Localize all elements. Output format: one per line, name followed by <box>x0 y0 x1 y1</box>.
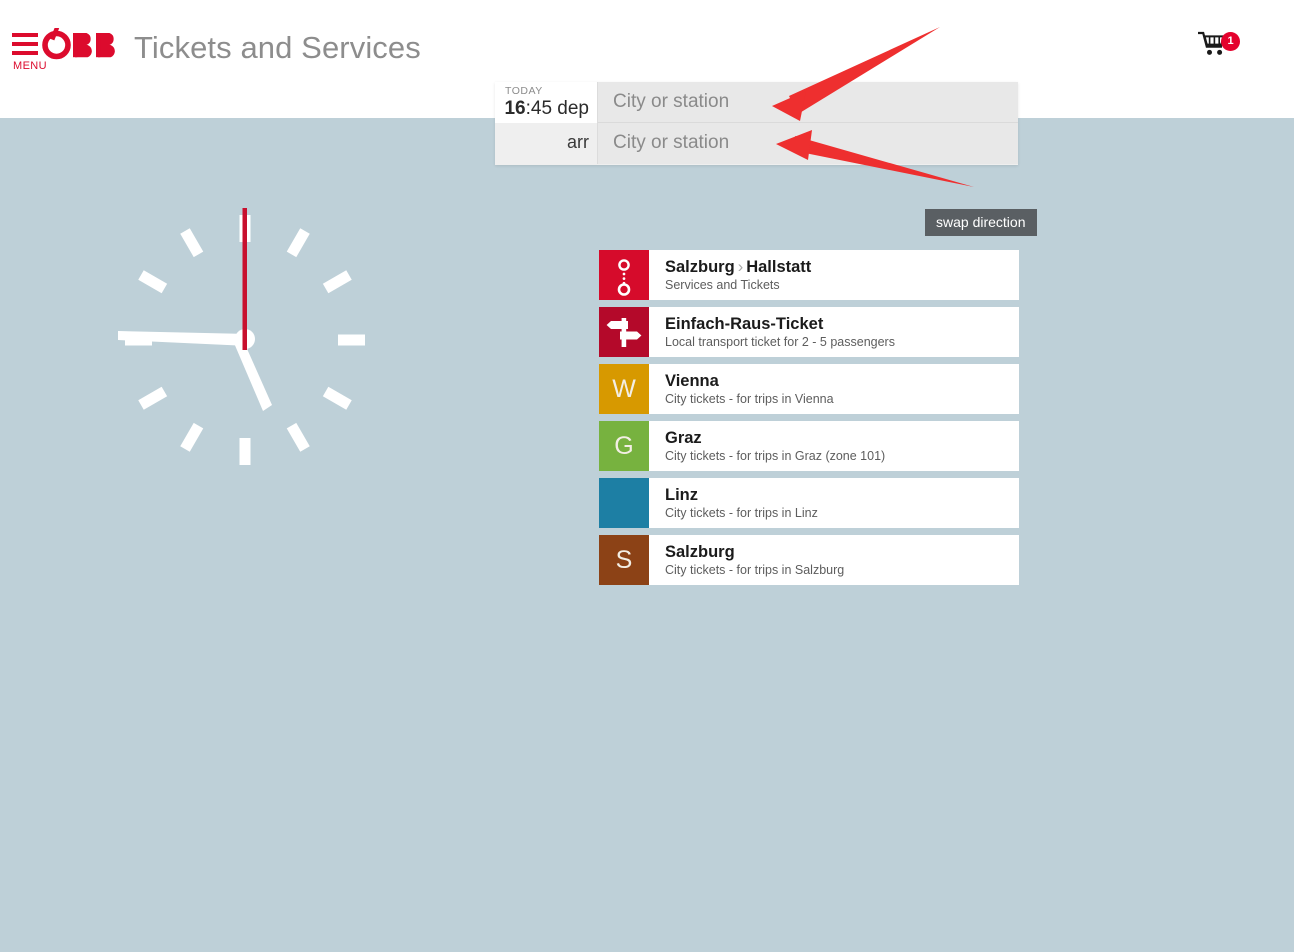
station-clock <box>110 200 380 480</box>
ticket-tile <box>599 250 649 300</box>
ticket-title: Salzburg›Hallstatt <box>665 258 1019 277</box>
ticket-title: Linz <box>665 486 1019 505</box>
ticket-list-item[interactable]: Salzburg›HallstattServices and Tickets <box>599 250 1019 300</box>
departure-time-value: 16:45 dep <box>504 98 589 120</box>
origin-station-input[interactable] <box>611 82 1008 122</box>
ticket-subtitle: City tickets - for trips in Linz <box>665 505 1019 521</box>
cart-count-badge: 1 <box>1221 32 1240 51</box>
departure-row: TODAY 16:45 dep <box>495 82 1018 123</box>
ticket-subtitle: City tickets - for trips in Vienna <box>665 391 1019 407</box>
ticket-tile <box>599 478 649 528</box>
route-stops-icon <box>599 250 649 300</box>
ticket-title: Vienna <box>665 372 1019 391</box>
ticket-list-item[interactable]: W ViennaCity tickets - for trips in Vienn… <box>599 364 1019 414</box>
arrival-label: arr <box>567 132 589 153</box>
hamburger-menu-icon[interactable] <box>12 33 38 55</box>
ticket-list-item[interactable]: S SalzburgCity tickets - for trips in Sal… <box>599 535 1019 585</box>
ticket-text: LinzCity tickets - for trips in Linz <box>649 478 1019 528</box>
signpost-icon <box>599 307 649 357</box>
departure-time-button[interactable]: TODAY 16:45 dep <box>495 82 598 123</box>
ticket-list-item[interactable]: LinzCity tickets - for trips in Linz <box>599 478 1019 528</box>
ticket-title: Graz <box>665 429 1019 448</box>
ticket-title-main: Graz <box>665 429 702 447</box>
origin-field-wrapper[interactable] <box>598 82 1018 123</box>
ticket-subtitle: City tickets - for trips in Salzburg <box>665 562 1019 578</box>
tile-letter: S <box>616 548 633 573</box>
departure-hour: 16 <box>504 98 525 119</box>
brand-menu-logo[interactable]: MENU <box>12 28 122 80</box>
page-root: MENU Tickets and Services <box>0 0 1294 952</box>
departure-minutes-and-mode: :45 dep <box>526 98 589 119</box>
destination-field-wrapper[interactable] <box>598 123 1018 164</box>
ticket-list-item[interactable]: Einfach-Raus-TicketLocal transport ticke… <box>599 307 1019 357</box>
ticket-tile: S <box>599 535 649 585</box>
ticket-shortcut-list: Salzburg›HallstattServices and TicketsEi… <box>599 250 1019 592</box>
ticket-text: SalzburgCity tickets - for trips in Salz… <box>649 535 1019 585</box>
page-title: Tickets and Services <box>134 30 421 66</box>
ticket-title-main: Vienna <box>665 372 719 390</box>
swap-direction-button[interactable]: swap direction <box>925 209 1037 236</box>
obb-logo-icon <box>42 28 122 62</box>
ticket-title: Einfach-Raus-Ticket <box>665 315 1019 334</box>
arrival-row: arr <box>495 123 1018 164</box>
ticket-tile: W <box>599 364 649 414</box>
shopping-cart-button[interactable]: 1 <box>1198 30 1238 64</box>
ticket-subtitle: Services and Tickets <box>665 277 1019 293</box>
ticket-text: Salzburg›HallstattServices and Tickets <box>649 250 1019 300</box>
destination-station-input[interactable] <box>611 123 1008 163</box>
ticket-title-main: Linz <box>665 486 698 504</box>
ticket-list-item[interactable]: G GrazCity tickets - for trips in Graz (z… <box>599 421 1019 471</box>
ticket-text: ViennaCity tickets - for trips in Vienna <box>649 364 1019 414</box>
ticket-tile: G <box>599 421 649 471</box>
ticket-text: Einfach-Raus-TicketLocal transport ticke… <box>649 307 1019 357</box>
tile-letter: W <box>612 377 636 402</box>
chevron-right-icon: › <box>735 258 747 276</box>
station-clock-icon <box>110 200 380 480</box>
ticket-title-main: Salzburg <box>665 543 735 561</box>
ticket-tile <box>599 307 649 357</box>
ticket-text: GrazCity tickets - for trips in Graz (zo… <box>649 421 1019 471</box>
ticket-title: Salzburg <box>665 543 1019 562</box>
tile-letter: G <box>614 434 633 459</box>
ticket-title-main: Einfach-Raus-Ticket <box>665 315 823 333</box>
today-label: TODAY <box>505 85 543 97</box>
ticket-subtitle: Local transport ticket for 2 - 5 passeng… <box>665 334 1019 350</box>
ticket-title-secondary: Hallstatt <box>746 258 811 276</box>
arrival-time-button[interactable]: arr <box>495 123 598 164</box>
journey-search-panel: TODAY 16:45 dep arr <box>495 82 1018 165</box>
ticket-subtitle: City tickets - for trips in Graz (zone 1… <box>665 448 1019 464</box>
ticket-title-main: Salzburg <box>665 258 735 276</box>
